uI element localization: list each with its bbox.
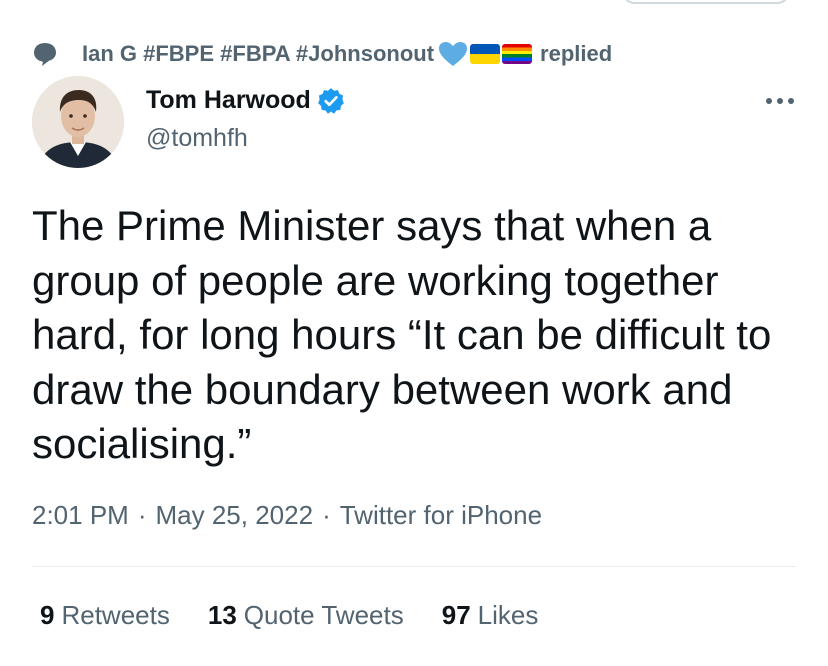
speech-bubble-icon: [32, 41, 58, 67]
quote-tweets-label: Quote Tweets: [243, 600, 404, 630]
top-pill-button[interactable]: [622, 0, 790, 4]
verified-badge-icon: [317, 87, 345, 115]
tweet-time[interactable]: 2:01 PM: [32, 500, 129, 530]
author-name-text[interactable]: Tom Harwood: [146, 86, 311, 115]
retweets-label: Retweets: [61, 600, 170, 630]
blue-heart-icon: [438, 41, 468, 67]
ukraine-flag-icon: [470, 44, 501, 64]
likes-label: Likes: [477, 600, 539, 630]
tweet-date[interactable]: May 25, 2022: [156, 500, 314, 530]
tweet-metadata: 2:01 PM · May 25, 2022 · Twitter for iPhone: [32, 500, 542, 531]
social-context: Ian G #FBPE #FBPA #Johnsonout replied: [32, 40, 612, 68]
likes-count: 97: [441, 600, 471, 630]
more-options-icon[interactable]: [760, 92, 800, 110]
tweet-text: The Prime Minister says that when a grou…: [32, 202, 772, 467]
quote-tweets-stat[interactable]: 13 Quote Tweets: [208, 600, 404, 631]
avatar[interactable]: [32, 76, 124, 168]
meta-separator: ·: [137, 500, 147, 530]
likes-stat[interactable]: 97 Likes: [442, 600, 539, 631]
retweets-count: 9: [40, 600, 55, 630]
quote-tweets-count: 13: [207, 600, 237, 630]
retweets-stat[interactable]: 9 Retweets: [40, 600, 170, 631]
meta-separator: ·: [322, 500, 331, 530]
author-name[interactable]: Tom Harwood: [146, 86, 345, 115]
author-handle[interactable]: @tomhfh: [146, 124, 248, 153]
rainbow-flag-icon: [502, 44, 533, 64]
tweet-stats: 9 Retweets 13 Quote Tweets 97 Likes: [40, 600, 576, 631]
context-action: replied: [540, 41, 613, 66]
divider: [32, 566, 796, 567]
tweet-source[interactable]: Twitter for iPhone: [340, 500, 542, 530]
context-user-name[interactable]: Ian G #FBPE #FBPA #Johnsonout: [82, 41, 434, 67]
